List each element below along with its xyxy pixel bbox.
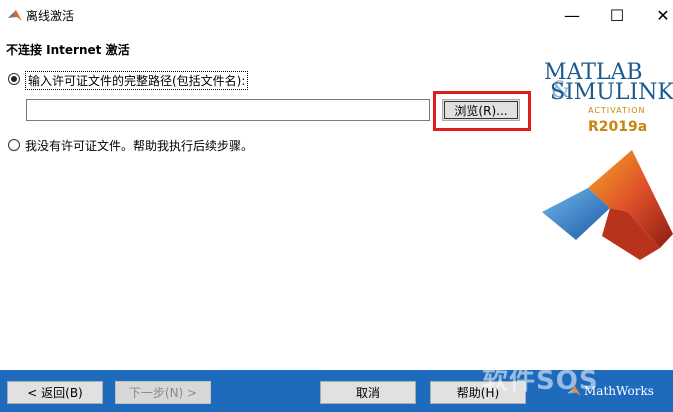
minimize-icon[interactable]: — <box>549 0 595 30</box>
maximize-icon[interactable]: ☐ <box>594 0 640 30</box>
title-bar: 离线激活 — ☐ ✕ <box>0 0 673 30</box>
mathworks-brand: MathWorks <box>567 384 654 398</box>
membrane-logo <box>542 150 673 260</box>
page-heading: 不连接 Internet 激活 <box>6 43 130 57</box>
window-title: 离线激活 <box>26 9 75 23</box>
logo-activation-text: ACTIVATION <box>588 106 646 115</box>
no-license-radio[interactable] <box>8 139 20 151</box>
mathworks-text: MathWorks <box>584 384 654 398</box>
logo-release-text: R2019a <box>588 119 648 135</box>
license-file-radio[interactable] <box>8 73 20 85</box>
mathworks-icon <box>567 385 581 397</box>
license-path-input[interactable] <box>26 99 430 121</box>
license-file-option-label[interactable]: 输入许可证文件的完整路径(包括文件名): <box>25 71 249 90</box>
logo-simulink-text: SIMULINK <box>550 80 673 105</box>
browse-button[interactable]: 浏览(R)... <box>442 99 520 121</box>
no-license-option-label[interactable]: 我没有许可证文件。帮助我执行后续步骤。 <box>25 137 253 154</box>
back-button[interactable]: < 返回(B) <box>7 381 103 404</box>
next-button[interactable]: 下一步(N) > <box>115 381 211 404</box>
matlab-icon <box>8 10 22 21</box>
cancel-button[interactable]: 取消 <box>320 381 416 404</box>
close-icon[interactable]: ✕ <box>640 0 673 30</box>
